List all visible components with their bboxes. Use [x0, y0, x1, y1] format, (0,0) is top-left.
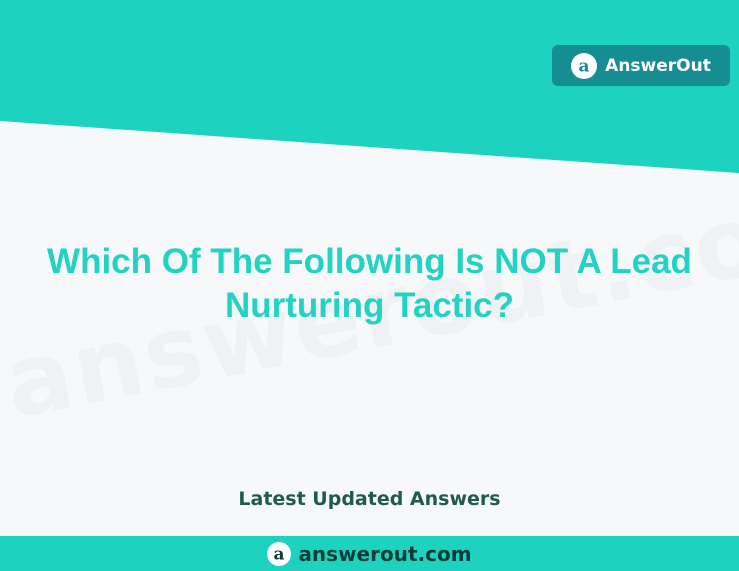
footer-bar: a answerout.com — [0, 536, 739, 571]
question-title: Which Of The Following Is NOT A Lead Nur… — [47, 242, 692, 325]
footer-a-circle-logo-icon: a — [267, 541, 292, 566]
svg-text:a: a — [274, 544, 285, 564]
latest-updated-answers-label: Latest Updated Answers — [238, 488, 501, 510]
brand-badge[interactable]: a AnswerOut — [552, 45, 730, 86]
svg-text:a: a — [579, 56, 590, 76]
brand-name: AnswerOut — [605, 55, 711, 76]
footer-domain-link[interactable]: answerout.com — [298, 542, 471, 566]
a-circle-logo-icon: a — [571, 52, 598, 79]
